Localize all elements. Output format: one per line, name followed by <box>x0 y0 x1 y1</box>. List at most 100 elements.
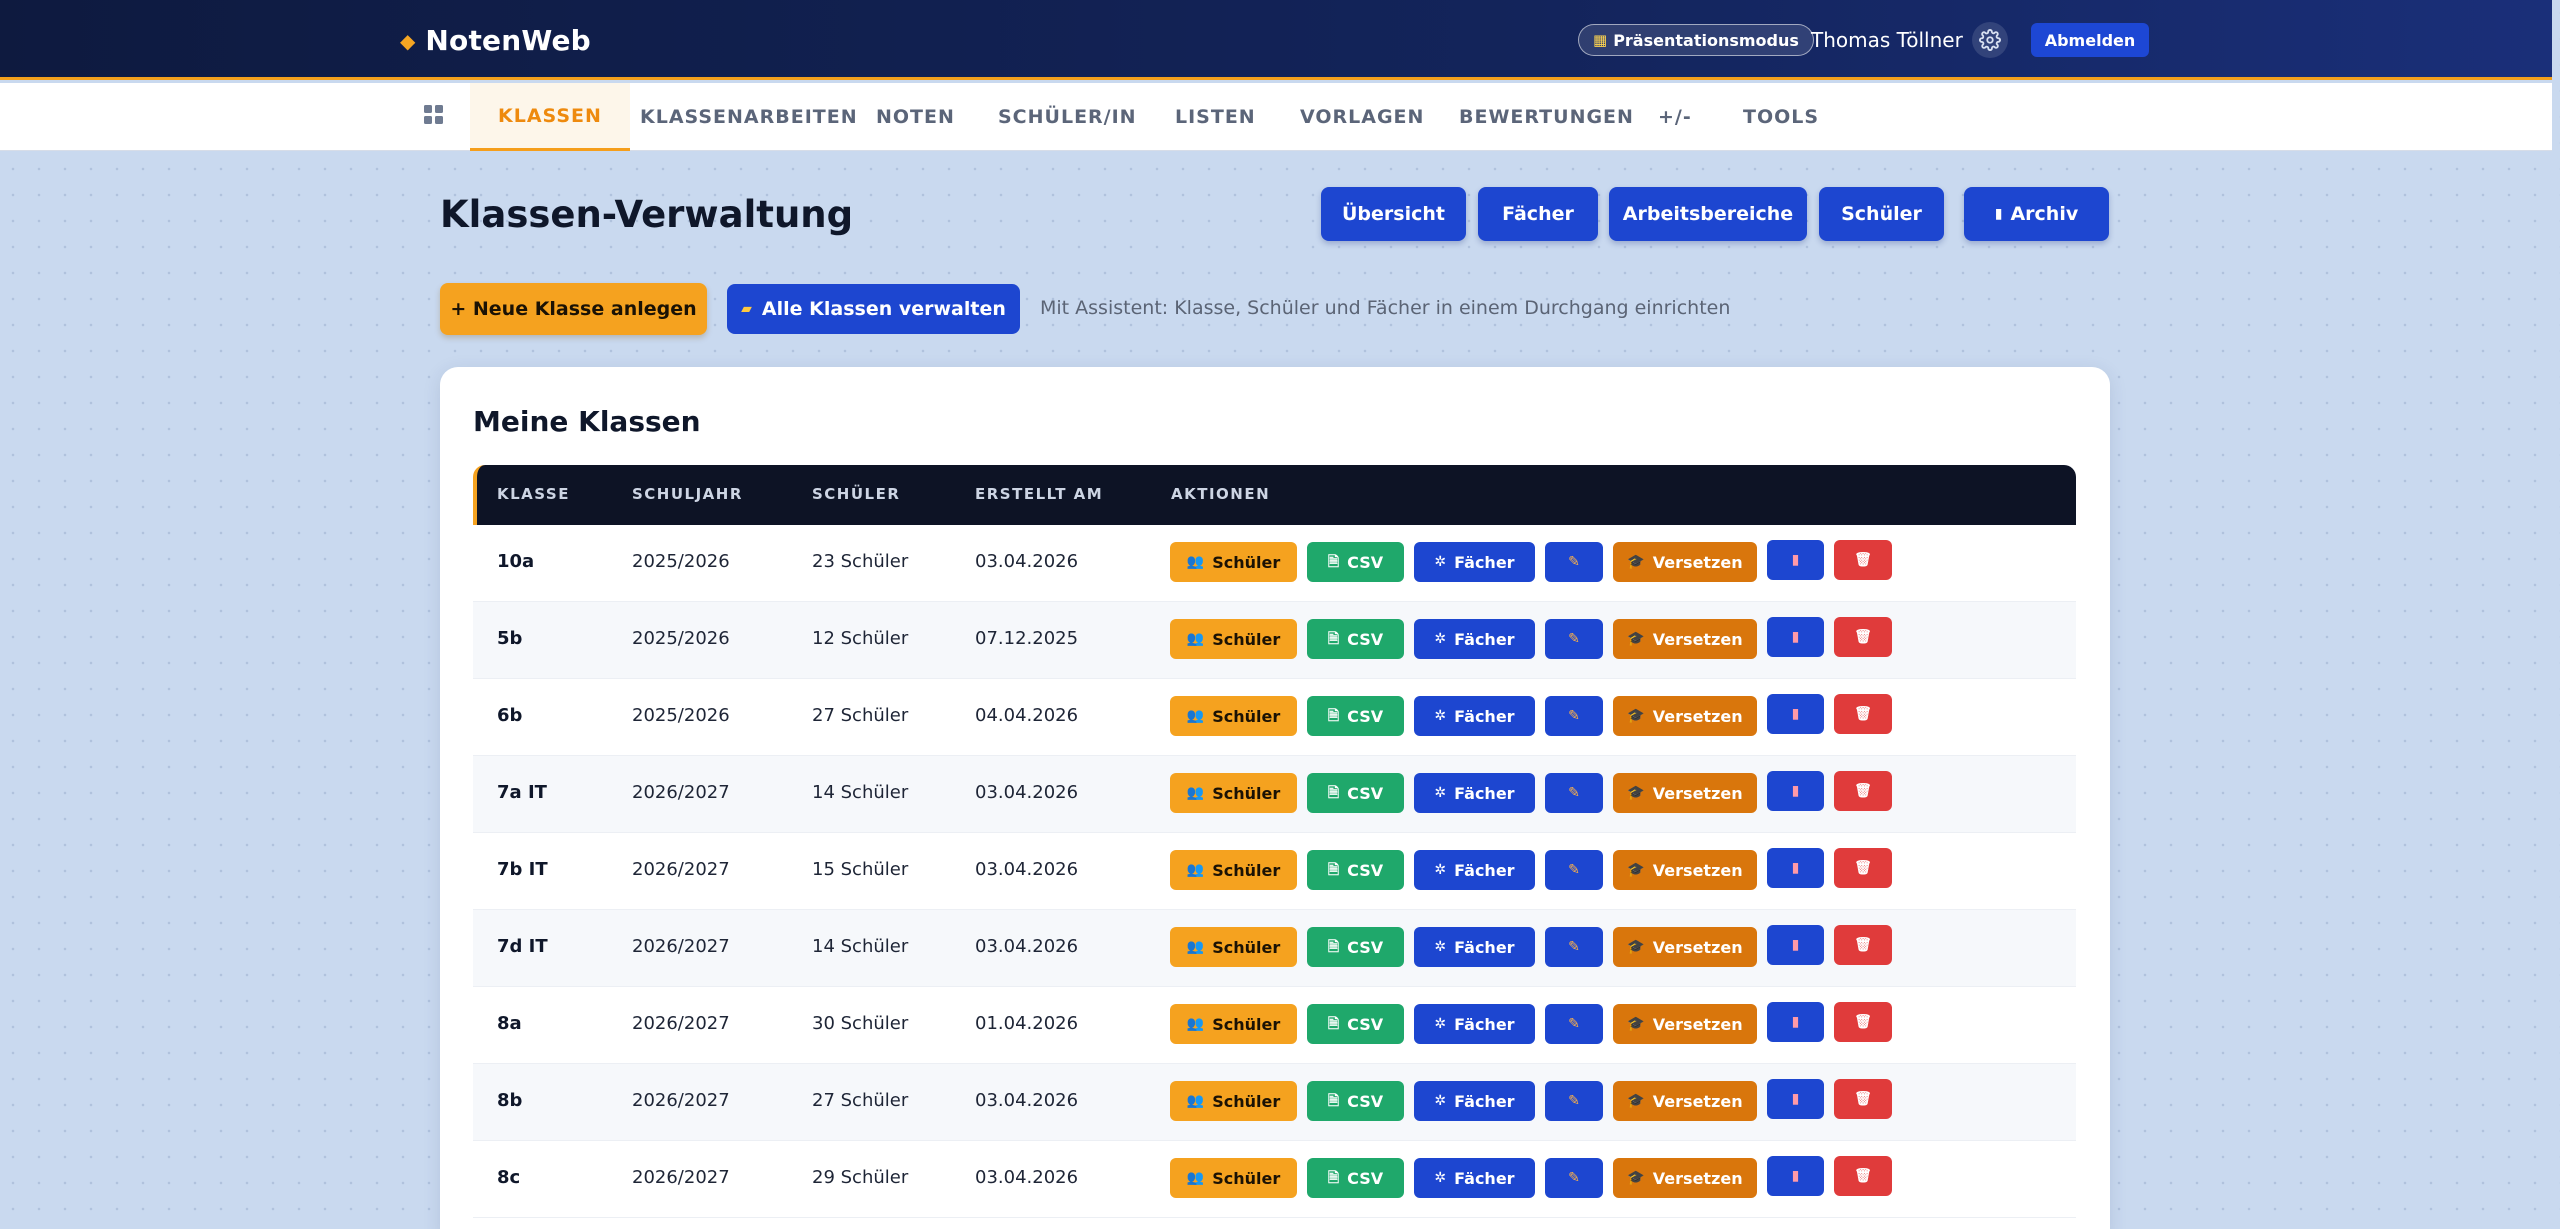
delete-action-button[interactable]: 🗑 <box>1834 1079 1892 1119</box>
promote-action-button[interactable]: 🎓 Versetzen <box>1613 927 1757 967</box>
csv-action-button[interactable]: 🗎 CSV <box>1307 696 1404 736</box>
apps-grid-icon[interactable] <box>424 105 444 125</box>
subjects-action-button[interactable]: ✲ Fächer <box>1414 619 1535 659</box>
tab-vorlagen[interactable]: VORLAGEN <box>1300 83 1424 151</box>
archive-action-button[interactable]: ▮ <box>1767 925 1824 965</box>
cell-schueler: 12 Schüler <box>812 628 909 649</box>
students-action-button[interactable]: 👥 Schüler <box>1170 542 1297 582</box>
cell-schuljahr: 2026/2027 <box>632 936 730 957</box>
trash-icon: 🗑 <box>1854 1168 1872 1184</box>
graduation-cap-icon: 🎓 <box>1627 785 1645 801</box>
col-klasse: KLASSE <box>497 485 570 503</box>
cell-schuljahr: 2025/2026 <box>632 551 730 572</box>
students-action-button[interactable]: 👥 Schüler <box>1170 850 1297 890</box>
archive-action-button[interactable]: ▮ <box>1767 848 1824 888</box>
archive-action-button[interactable]: ▮ <box>1767 1002 1824 1042</box>
students-action-button[interactable]: 👥 Schüler <box>1170 1004 1297 1044</box>
promote-action-button[interactable]: 🎓 Versetzen <box>1613 696 1757 736</box>
subjects-action-button[interactable]: ✲ Fächer <box>1414 850 1535 890</box>
csv-action-button[interactable]: 🗎 CSV <box>1307 773 1404 813</box>
csv-action-button[interactable]: 🗎 CSV <box>1307 927 1404 967</box>
cell-erstellt: 03.04.2026 <box>975 1167 1079 1188</box>
students-action-button[interactable]: 👥 Schüler <box>1170 1158 1297 1198</box>
archive-action-button[interactable]: ▮ <box>1767 1079 1824 1119</box>
edit-action-button[interactable]: ✎ <box>1545 1004 1603 1044</box>
edit-action-button[interactable]: ✎ <box>1545 850 1603 890</box>
settings-button[interactable] <box>1972 22 2008 58</box>
subjects-action-button[interactable]: ✲ Fächer <box>1414 927 1535 967</box>
delete-action-button[interactable]: 🗑 <box>1834 540 1892 580</box>
manage-all-classes-button[interactable]: ▰ Alle Klassen verwalten <box>727 284 1020 334</box>
subjects-action-button[interactable]: ✲ Fächer <box>1414 1004 1535 1044</box>
students-action-button[interactable]: 👥 Schüler <box>1170 619 1297 659</box>
trash-icon: 🗑 <box>1854 552 1872 568</box>
archive-action-button[interactable]: ▮ <box>1767 1156 1824 1196</box>
tab-klassen[interactable]: KLASSEN <box>470 83 630 151</box>
students-action-label: Schüler <box>1212 783 1281 803</box>
subjects-action-label: Fächer <box>1454 937 1515 957</box>
tab-listen[interactable]: LISTEN <box>1175 83 1256 151</box>
subjects-action-button[interactable]: ✲ Fächer <box>1414 696 1535 736</box>
table-row: 8b 2026/2027 27 Schüler 03.04.2026 👥 Sch… <box>473 1064 2076 1141</box>
delete-action-button[interactable]: 🗑 <box>1834 771 1892 811</box>
tab-schueler-in[interactable]: SCHÜLER/IN <box>998 83 1137 151</box>
subjects-button[interactable]: Fächer <box>1478 187 1598 241</box>
edit-action-button[interactable]: ✎ <box>1545 696 1603 736</box>
edit-action-button[interactable]: ✎ <box>1545 927 1603 967</box>
edit-action-button[interactable]: ✎ <box>1545 773 1603 813</box>
delete-action-button[interactable]: 🗑 <box>1834 694 1892 734</box>
students-action-button[interactable]: 👥 Schüler <box>1170 1081 1297 1121</box>
promote-action-button[interactable]: 🎓 Versetzen <box>1613 542 1757 582</box>
cell-schuljahr: 2025/2026 <box>632 705 730 726</box>
csv-action-button[interactable]: 🗎 CSV <box>1307 1158 1404 1198</box>
archive-action-button[interactable]: ▮ <box>1767 617 1824 657</box>
archive-action-button[interactable]: ▮ <box>1767 694 1824 734</box>
edit-action-button[interactable]: ✎ <box>1545 619 1603 659</box>
csv-action-button[interactable]: 🗎 CSV <box>1307 619 1404 659</box>
promote-action-button[interactable]: 🎓 Versetzen <box>1613 850 1757 890</box>
edit-action-button[interactable]: ✎ <box>1545 1158 1603 1198</box>
subjects-action-button[interactable]: ✲ Fächer <box>1414 1158 1535 1198</box>
edit-action-button[interactable]: ✎ <box>1545 1081 1603 1121</box>
archive-action-button[interactable]: ▮ <box>1767 771 1824 811</box>
overview-button[interactable]: Übersicht <box>1321 187 1466 241</box>
tab-bewertungen[interactable]: BEWERTUNGEN <box>1459 83 1634 151</box>
csv-action-button[interactable]: 🗎 CSV <box>1307 542 1404 582</box>
promote-action-button[interactable]: 🎓 Versetzen <box>1613 1081 1757 1121</box>
promote-action-label: Versetzen <box>1652 706 1743 726</box>
new-class-button[interactable]: + Neue Klasse anlegen <box>440 283 707 335</box>
delete-action-button[interactable]: 🗑 <box>1834 925 1892 965</box>
students-button[interactable]: Schüler <box>1819 187 1944 241</box>
csv-action-button[interactable]: 🗎 CSV <box>1307 1081 1404 1121</box>
work-areas-button[interactable]: Arbeitsbereiche <box>1609 187 1807 241</box>
promote-action-button[interactable]: 🎓 Versetzen <box>1613 1158 1757 1198</box>
delete-action-button[interactable]: 🗑 <box>1834 617 1892 657</box>
students-action-button[interactable]: 👥 Schüler <box>1170 773 1297 813</box>
subjects-action-label: Fächer <box>1454 1091 1515 1111</box>
delete-action-button[interactable]: 🗑 <box>1834 1156 1892 1196</box>
tab-tools[interactable]: TOOLS <box>1743 83 1819 151</box>
archive-button[interactable]: ▮ Archiv <box>1964 187 2109 241</box>
tab-noten[interactable]: NOTEN <box>876 83 955 151</box>
promote-action-button[interactable]: 🎓 Versetzen <box>1613 1004 1757 1044</box>
promote-action-button[interactable]: 🎓 Versetzen <box>1613 773 1757 813</box>
tab-klassenarbeiten[interactable]: KLASSENARBEITEN <box>640 83 858 151</box>
delete-action-button[interactable]: 🗑 <box>1834 1002 1892 1042</box>
csv-action-button[interactable]: 🗎 CSV <box>1307 850 1404 890</box>
subjects-action-button[interactable]: ✲ Fächer <box>1414 542 1535 582</box>
edit-action-button[interactable]: ✎ <box>1545 542 1603 582</box>
subjects-action-button[interactable]: ✲ Fächer <box>1414 773 1535 813</box>
delete-action-button[interactable]: 🗑 <box>1834 848 1892 888</box>
students-action-button[interactable]: 👥 Schüler <box>1170 927 1297 967</box>
logout-button[interactable]: Abmelden <box>2031 23 2149 57</box>
cell-klasse: 5b <box>497 628 523 649</box>
promote-action-button[interactable]: 🎓 Versetzen <box>1613 619 1757 659</box>
subjects-action-button[interactable]: ✲ Fächer <box>1414 1081 1535 1121</box>
presentation-mode-toggle[interactable]: ▦ Präsentationsmodus <box>1578 24 1814 56</box>
archive-action-button[interactable]: ▮ <box>1767 540 1824 580</box>
csv-action-button[interactable]: 🗎 CSV <box>1307 1004 1404 1044</box>
col-erstellt: ERSTELLT AM <box>975 485 1104 503</box>
brand[interactable]: ◆ NotenWeb <box>400 24 591 57</box>
tab-plus-minus[interactable]: +/- <box>1658 83 1692 151</box>
students-action-button[interactable]: 👥 Schüler <box>1170 696 1297 736</box>
